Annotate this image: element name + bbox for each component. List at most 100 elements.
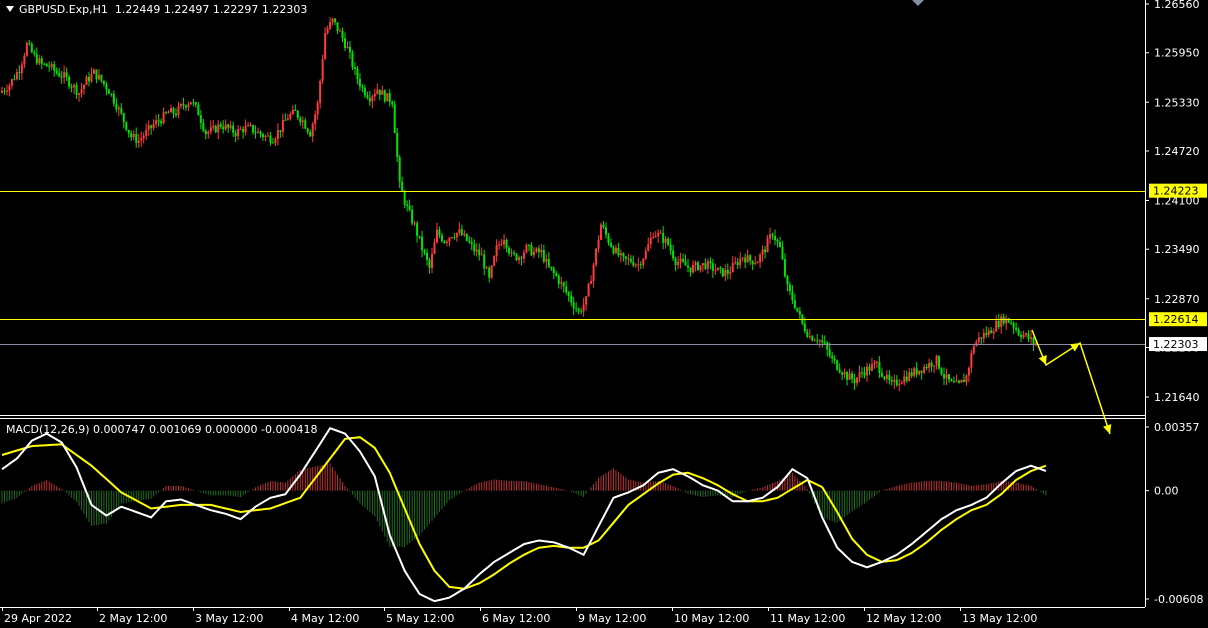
candle-body bbox=[468, 240, 471, 243]
candle-body bbox=[619, 253, 622, 256]
candle-body bbox=[977, 337, 980, 342]
candle-body bbox=[602, 224, 605, 228]
candle-body bbox=[249, 124, 252, 126]
candle-body bbox=[244, 126, 247, 133]
candle-body bbox=[585, 296, 588, 305]
candle-body bbox=[950, 379, 953, 382]
x-tick-label: 6 May 12:00 bbox=[482, 612, 550, 625]
candle-body bbox=[783, 259, 786, 277]
candle-body bbox=[197, 104, 200, 116]
candle-body bbox=[841, 372, 844, 375]
candle-body bbox=[311, 124, 314, 137]
candle-body bbox=[239, 128, 242, 130]
candle-body bbox=[232, 125, 235, 133]
candle-body bbox=[873, 362, 876, 365]
candle-body bbox=[992, 331, 995, 334]
candle-body bbox=[503, 239, 506, 245]
candle-body bbox=[259, 131, 262, 135]
candle-body bbox=[726, 269, 729, 274]
candle-body bbox=[1015, 327, 1018, 330]
candle-body bbox=[938, 355, 941, 369]
macd-y-tick-label: 0.00357 bbox=[1154, 421, 1200, 434]
candle-body bbox=[10, 79, 13, 86]
candle-body bbox=[647, 244, 650, 251]
candle-body bbox=[125, 121, 128, 130]
candle-body bbox=[510, 252, 513, 254]
candle-body bbox=[769, 234, 772, 239]
candle-body bbox=[97, 74, 100, 80]
candle-body bbox=[78, 93, 81, 95]
candle-body bbox=[160, 121, 163, 124]
candle-body bbox=[137, 140, 140, 143]
candle-body bbox=[363, 87, 366, 96]
candle-body bbox=[266, 135, 269, 137]
candle-body bbox=[836, 360, 839, 370]
candle-body bbox=[724, 269, 727, 277]
candle-body bbox=[766, 238, 769, 253]
candle-body bbox=[811, 336, 814, 341]
candle-body bbox=[319, 81, 322, 103]
candle-body bbox=[644, 250, 647, 259]
candle-body bbox=[972, 346, 975, 353]
candle-body bbox=[314, 114, 317, 125]
candle-body bbox=[105, 83, 108, 90]
chart-canvas[interactable]: 1.265601.259501.253301.247201.241001.234… bbox=[0, 0, 1208, 628]
candle-body bbox=[15, 72, 18, 80]
candle-body bbox=[990, 330, 993, 334]
candle-body bbox=[930, 362, 933, 367]
candle-body bbox=[229, 125, 232, 128]
candle-body bbox=[577, 309, 580, 312]
candle-body bbox=[933, 365, 936, 367]
candle-body bbox=[107, 89, 110, 94]
candle-body bbox=[353, 67, 356, 69]
candle-body bbox=[329, 22, 332, 29]
candle-body bbox=[261, 134, 264, 138]
candle-body bbox=[8, 85, 11, 91]
candle-body bbox=[3, 90, 6, 92]
chevron-down-icon[interactable] bbox=[6, 6, 14, 12]
current-price-label: 1.22303 bbox=[1153, 338, 1199, 351]
candle-body bbox=[659, 232, 662, 234]
candle-body bbox=[155, 120, 158, 125]
candle-body bbox=[403, 191, 406, 205]
candle-body bbox=[975, 341, 978, 347]
candle-body bbox=[721, 268, 724, 277]
x-tick-label: 13 May 12:00 bbox=[962, 612, 1037, 625]
candle-body bbox=[823, 342, 826, 344]
candle-body bbox=[209, 127, 212, 132]
candle-body bbox=[595, 248, 598, 265]
candle-body bbox=[547, 258, 550, 267]
candle-body bbox=[30, 44, 33, 53]
candle-body bbox=[540, 249, 543, 253]
candle-body bbox=[803, 323, 806, 332]
candle-body bbox=[955, 380, 958, 383]
candle-body bbox=[500, 244, 503, 246]
candle-body bbox=[749, 255, 752, 261]
trading-terminal-chart[interactable]: 1.26560 1.25950 1.25330 1.24720 1.24100 1.234… bbox=[0, 0, 1208, 628]
candle-body bbox=[304, 120, 307, 129]
candle-body bbox=[729, 272, 732, 274]
candle-body bbox=[117, 107, 120, 110]
candle-body bbox=[234, 132, 237, 137]
candle-body bbox=[756, 262, 759, 264]
candle-body bbox=[413, 223, 416, 225]
candle-body bbox=[709, 261, 712, 264]
candle-body bbox=[25, 43, 28, 56]
candle-body bbox=[833, 358, 836, 361]
candle-body bbox=[182, 104, 185, 106]
candle-body bbox=[587, 283, 590, 297]
candle-body bbox=[199, 115, 202, 123]
candle-body bbox=[572, 302, 575, 309]
candle-body bbox=[423, 250, 426, 253]
candle-body bbox=[664, 238, 667, 243]
candle-body bbox=[550, 266, 553, 269]
candle-body bbox=[778, 241, 781, 247]
candle-body bbox=[701, 263, 704, 266]
x-tick-label: 11 May 12:00 bbox=[770, 612, 845, 625]
candle-body bbox=[237, 128, 240, 137]
candle-body bbox=[455, 232, 458, 238]
candle-body bbox=[75, 85, 78, 95]
x-tick-label: 3 May 12:00 bbox=[195, 612, 263, 625]
candle-body bbox=[818, 340, 821, 342]
candle-body bbox=[408, 206, 411, 210]
